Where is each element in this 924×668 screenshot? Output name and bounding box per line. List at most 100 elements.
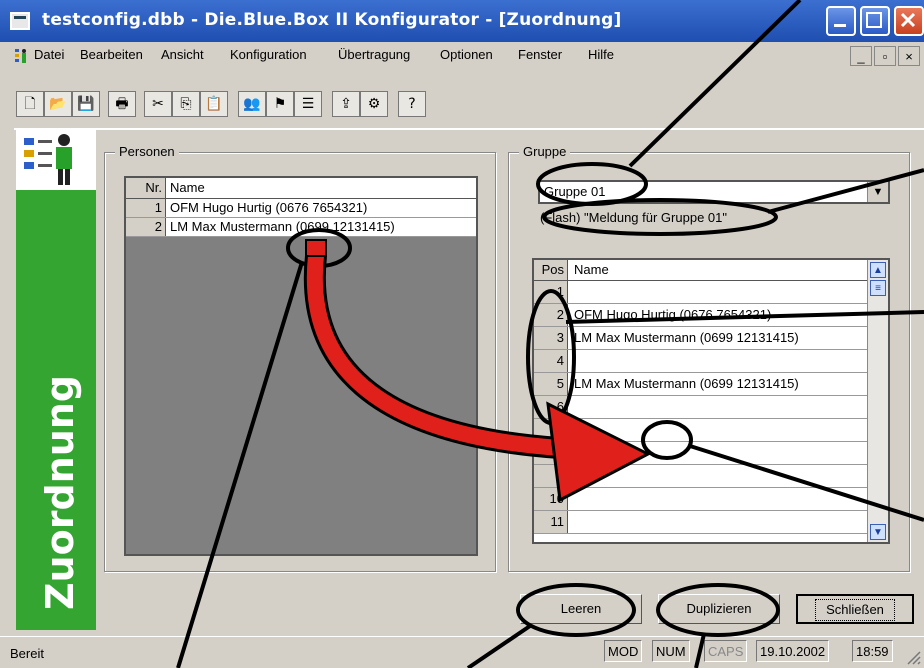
close-button[interactable] bbox=[894, 6, 924, 36]
menu-datei[interactable]: Datei bbox=[34, 47, 64, 62]
persons-icon[interactable]: 👥 bbox=[238, 91, 266, 117]
row-name: OFM Hugo Hurtig (0676 7654321) bbox=[170, 200, 368, 215]
title-bar[interactable]: testconfig.dbb - Die.Blue.Box II Konfigu… bbox=[0, 0, 924, 42]
menu-konfiguration[interactable]: Konfiguration bbox=[230, 47, 307, 62]
menu-bearbeiten[interactable]: Bearbeiten bbox=[80, 47, 143, 62]
list-icon[interactable]: ☰ bbox=[294, 91, 322, 117]
resize-grip-icon[interactable] bbox=[904, 648, 922, 666]
settings-icon[interactable]: ⚙ bbox=[360, 91, 388, 117]
row-name: LM Max Mustermann (0699 12131415) bbox=[170, 219, 395, 234]
menu-hilfe[interactable]: Hilfe bbox=[588, 47, 614, 62]
table-row[interactable]: 7 bbox=[534, 419, 888, 442]
gruppe-selected: Gruppe 01 bbox=[544, 184, 606, 199]
row-name: LM Max Mustermann (0699 12131415) bbox=[574, 330, 799, 345]
table-row[interactable]: 5 LM Max Mustermann (0699 12131415) bbox=[534, 373, 888, 396]
minimize-button[interactable] bbox=[826, 6, 856, 36]
side-banner: Zuordnung bbox=[16, 130, 96, 630]
status-time: 18:59 bbox=[852, 640, 893, 662]
mdi-restore-button[interactable]: ▫ bbox=[874, 46, 896, 66]
table-row[interactable]: 3 LM Max Mustermann (0699 12131415) bbox=[534, 327, 888, 350]
gruppe-title: Gruppe bbox=[519, 144, 571, 159]
paste-icon[interactable]: 📋 bbox=[200, 91, 228, 117]
row-nr: 1 bbox=[126, 199, 166, 217]
table-row[interactable]: 2 OFM Hugo Hurtig (0676 7654321) bbox=[534, 304, 888, 327]
cut-icon[interactable]: ✂ bbox=[144, 91, 172, 117]
assignment-icon[interactable]: ⚑ bbox=[266, 91, 294, 117]
col-name-header[interactable]: Name bbox=[574, 260, 609, 280]
schliessen-button[interactable]: Schließen bbox=[796, 594, 914, 624]
table-row[interactable]: 6 bbox=[534, 396, 888, 419]
row-pos: 6 bbox=[534, 396, 568, 418]
vertical-scrollbar[interactable]: ▲ ≡ ▼ bbox=[867, 260, 888, 542]
personen-title: Personen bbox=[115, 144, 179, 159]
save-disk-icon[interactable]: 💾 bbox=[72, 91, 100, 117]
maximize-button[interactable] bbox=[860, 6, 890, 36]
table-row[interactable]: 10 bbox=[534, 488, 888, 511]
app-menu-icon[interactable] bbox=[14, 48, 28, 64]
leeren-button[interactable]: Leeren bbox=[520, 594, 642, 624]
col-name-header[interactable]: Name bbox=[170, 178, 205, 198]
gruppe-message: (Flash) "Meldung für Gruppe 01" bbox=[540, 210, 727, 225]
personen-table[interactable]: Nr. Name 1 OFM Hugo Hurtig (0676 7654321… bbox=[124, 176, 478, 556]
row-pos: 3 bbox=[534, 327, 568, 349]
schliessen-label: Schließen bbox=[815, 599, 895, 621]
col-pos-header[interactable]: Pos bbox=[534, 260, 568, 280]
application-window: testconfig.dbb - Die.Blue.Box II Konfigu… bbox=[0, 0, 924, 668]
copy-icon[interactable]: ⎘ bbox=[172, 91, 200, 117]
row-pos: 7 bbox=[534, 419, 568, 441]
row-pos: 8 bbox=[534, 442, 568, 464]
gruppe-header: Pos Name bbox=[534, 260, 888, 281]
row-pos: 11 bbox=[534, 511, 568, 533]
upload-icon[interactable]: ⇪ bbox=[332, 91, 360, 117]
window-title: testconfig.dbb - Die.Blue.Box II Konfigu… bbox=[42, 10, 622, 30]
row-pos: 4 bbox=[534, 350, 568, 372]
side-banner-icon-area bbox=[16, 130, 96, 190]
print-icon[interactable]: 🖶 bbox=[108, 91, 136, 117]
app-window-icon bbox=[10, 12, 30, 30]
gruppe-select[interactable]: Gruppe 01 ▼ bbox=[538, 180, 890, 204]
row-nr: 2 bbox=[126, 218, 166, 236]
row-name: OFM Hugo Hurtig (0676 7654321) bbox=[574, 307, 772, 322]
table-row[interactable]: 1 bbox=[534, 281, 888, 304]
personen-header: Nr. Name bbox=[126, 178, 476, 199]
row-pos: 1 bbox=[534, 281, 568, 303]
open-folder-icon[interactable]: 📂 bbox=[44, 91, 72, 117]
table-row[interactable]: 1 OFM Hugo Hurtig (0676 7654321) bbox=[126, 199, 476, 218]
scroll-thumb-icon[interactable]: ≡ bbox=[870, 280, 886, 296]
table-row[interactable]: 8 bbox=[534, 442, 888, 465]
col-nr-header[interactable]: Nr. bbox=[126, 178, 166, 198]
scroll-up-icon[interactable]: ▲ bbox=[870, 262, 886, 278]
side-banner-label: Zuordnung bbox=[38, 374, 82, 610]
menu-fenster[interactable]: Fenster bbox=[518, 47, 562, 62]
gruppe-table[interactable]: Pos Name 1 2 OFM Hugo Hurtig (0676 7654321… bbox=[532, 258, 890, 544]
status-caps: CAPS bbox=[704, 640, 748, 662]
help-icon[interactable]: ? bbox=[398, 91, 426, 117]
close-icon bbox=[900, 12, 916, 28]
table-row[interactable]: 2 LM Max Mustermann (0699 12131415) bbox=[126, 218, 476, 237]
status-num: NUM bbox=[652, 640, 690, 662]
toolbar bbox=[0, 70, 924, 124]
menu-uebertragung[interactable]: Übertragung bbox=[338, 47, 410, 62]
mdi-close-button[interactable]: × bbox=[898, 46, 920, 66]
mdi-minimize-button[interactable]: _ bbox=[850, 46, 872, 66]
row-name: LM Max Mustermann (0699 12131415) bbox=[574, 376, 799, 391]
maximize-icon bbox=[866, 12, 882, 28]
new-file-icon[interactable]: 🗋 bbox=[16, 91, 44, 117]
status-text: Bereit bbox=[10, 646, 44, 661]
table-row[interactable]: 11 bbox=[534, 511, 888, 534]
assignment-person-icon bbox=[24, 134, 72, 185]
menu-optionen[interactable]: Optionen bbox=[440, 47, 493, 62]
row-pos: 10 bbox=[534, 488, 568, 510]
row-pos: 5 bbox=[534, 373, 568, 395]
minimize-icon bbox=[834, 24, 846, 27]
status-date: 19.10.2002 bbox=[756, 640, 830, 662]
duplizieren-button[interactable]: Duplizieren bbox=[658, 594, 780, 624]
status-mod: MOD bbox=[604, 640, 643, 662]
table-row[interactable]: 4 bbox=[534, 350, 888, 373]
row-pos: 9 bbox=[534, 465, 568, 487]
chevron-down-icon[interactable]: ▼ bbox=[867, 182, 888, 202]
menu-ansicht[interactable]: Ansicht bbox=[161, 47, 204, 62]
row-pos: 2 bbox=[534, 304, 568, 326]
table-row[interactable]: 9 bbox=[534, 465, 888, 488]
scroll-down-icon[interactable]: ▼ bbox=[870, 524, 886, 540]
